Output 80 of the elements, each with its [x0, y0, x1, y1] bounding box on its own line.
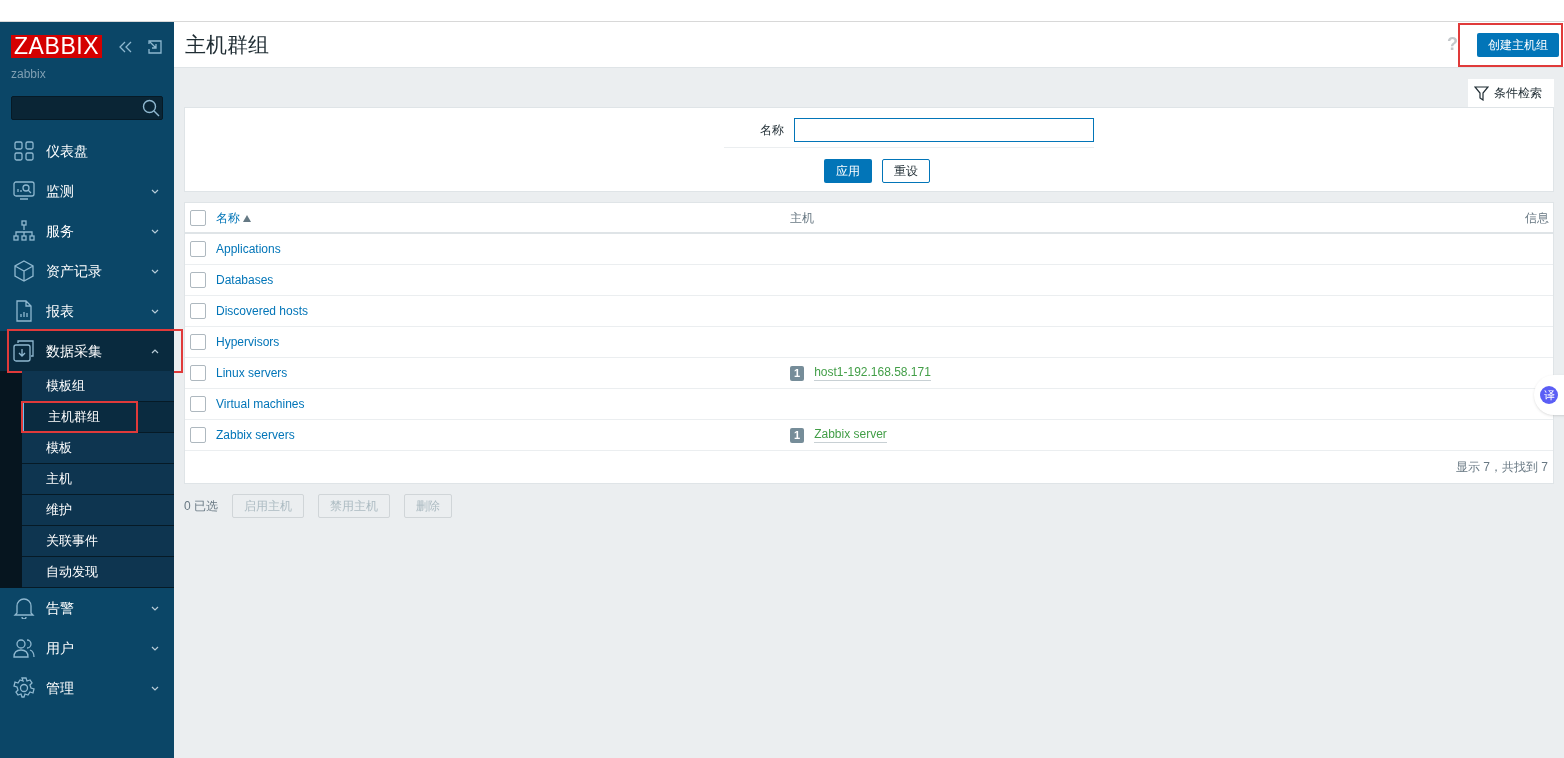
menu-item[interactable]: 管理: [0, 668, 174, 708]
reset-button[interactable]: 重设: [881, 159, 930, 183]
submenu-item[interactable]: 模板组: [22, 371, 174, 402]
report-icon: [13, 300, 35, 322]
chevron-down-icon: [151, 228, 159, 234]
host-count: 1: [790, 365, 805, 381]
checkbox[interactable]: [190, 365, 206, 381]
cube-icon: [13, 260, 35, 282]
column-header: 信息: [1525, 209, 1549, 227]
chevron-down-icon: [151, 685, 159, 691]
chevron-up-icon: [151, 348, 159, 354]
submenu-item[interactable]: 关联事件: [22, 526, 174, 557]
expand-icon[interactable]: [148, 39, 163, 54]
user-name: zabbix: [10, 66, 47, 83]
column-header: 主机: [790, 209, 815, 227]
grid-icon: [13, 140, 35, 162]
menu-label: 告警: [46, 598, 75, 618]
host-group-link[interactable]: Discovered hosts: [216, 302, 790, 320]
menu-item[interactable]: 资产记录: [0, 251, 174, 291]
checkbox[interactable]: [190, 396, 206, 412]
checkbox[interactable]: [190, 334, 206, 350]
download-icon: [13, 340, 35, 362]
menu-item[interactable]: 监测: [0, 171, 174, 211]
host-group-link[interactable]: Hypervisors: [216, 333, 790, 351]
name-label: 名称: [759, 122, 784, 139]
submenu-item[interactable]: 维护: [22, 495, 174, 526]
host-link[interactable]: Zabbix server: [814, 427, 887, 443]
host-count: 1: [790, 427, 805, 443]
name-input-field[interactable]: [794, 118, 1094, 142]
menu-label: 服务: [46, 221, 75, 241]
bell-icon: [13, 597, 35, 619]
checkbox[interactable]: [190, 209, 206, 226]
menu-label: 监测: [46, 181, 75, 201]
menu-label: 仪表盘: [46, 141, 89, 161]
host-group-link[interactable]: Applications: [216, 240, 790, 258]
submenu-item[interactable]: 主机群组: [22, 402, 174, 433]
host-link[interactable]: host1-192.168.58.171: [814, 365, 931, 381]
monitor-icon: [13, 180, 35, 202]
filter-icon: [1474, 85, 1489, 101]
apply-button[interactable]: 应用: [823, 159, 872, 183]
menu-label: 用户: [46, 638, 75, 658]
users-icon: [13, 637, 35, 659]
zabbix-logo[interactable]: ZABBIX: [11, 35, 103, 58]
host-group-link[interactable]: Virtual machines: [216, 395, 790, 413]
chevron-down-icon: [151, 605, 159, 611]
menu-label: 报表: [46, 301, 75, 321]
checkbox[interactable]: [190, 241, 206, 257]
chevron-down-icon: [151, 188, 159, 194]
chevron-down-icon: [151, 645, 159, 651]
menu-label: 资产记录: [46, 261, 103, 281]
selected-count: 0 已选: [184, 498, 218, 515]
chevron-down-icon: [151, 308, 159, 314]
collapse-icon[interactable]: [118, 40, 133, 53]
menu-label: 管理: [46, 678, 75, 698]
menu-item[interactable]: 服务: [0, 211, 174, 251]
submenu-item[interactable]: 主机: [22, 464, 174, 495]
menu-item[interactable]: 用户: [0, 628, 174, 668]
search-icon[interactable]: [142, 99, 160, 117]
menu-label: 数据采集: [46, 341, 103, 361]
hierarchy-icon: [13, 220, 35, 242]
page-title: 主机群组: [185, 31, 270, 58]
create-host-group-button[interactable]: 创建主机组: [1477, 33, 1559, 57]
checkbox[interactable]: [190, 303, 206, 319]
result-count: 显示 7，共找到 7: [1456, 459, 1548, 476]
menu-item[interactable]: 报表: [0, 291, 174, 331]
submenu-item[interactable]: 模板: [22, 433, 174, 464]
menu-item[interactable]: 仪表盘: [0, 131, 174, 171]
filter-tab-label: 条件检索: [1494, 85, 1542, 102]
filter-tab[interactable]: 条件检索: [1468, 79, 1554, 107]
checkbox[interactable]: [190, 427, 206, 443]
host-group-link[interactable]: Databases: [216, 271, 790, 289]
host-group-link[interactable]: Linux servers: [216, 364, 790, 382]
host-group-link[interactable]: Zabbix servers: [216, 426, 790, 444]
gear-icon: [13, 677, 35, 699]
search-field[interactable]: [11, 96, 163, 120]
menu-item[interactable]: 告警: [0, 588, 174, 628]
submenu-item[interactable]: 自动发现: [22, 557, 174, 588]
column-header[interactable]: 名称: [216, 208, 790, 227]
chevron-down-icon: [151, 268, 159, 274]
checkbox[interactable]: [190, 272, 206, 288]
